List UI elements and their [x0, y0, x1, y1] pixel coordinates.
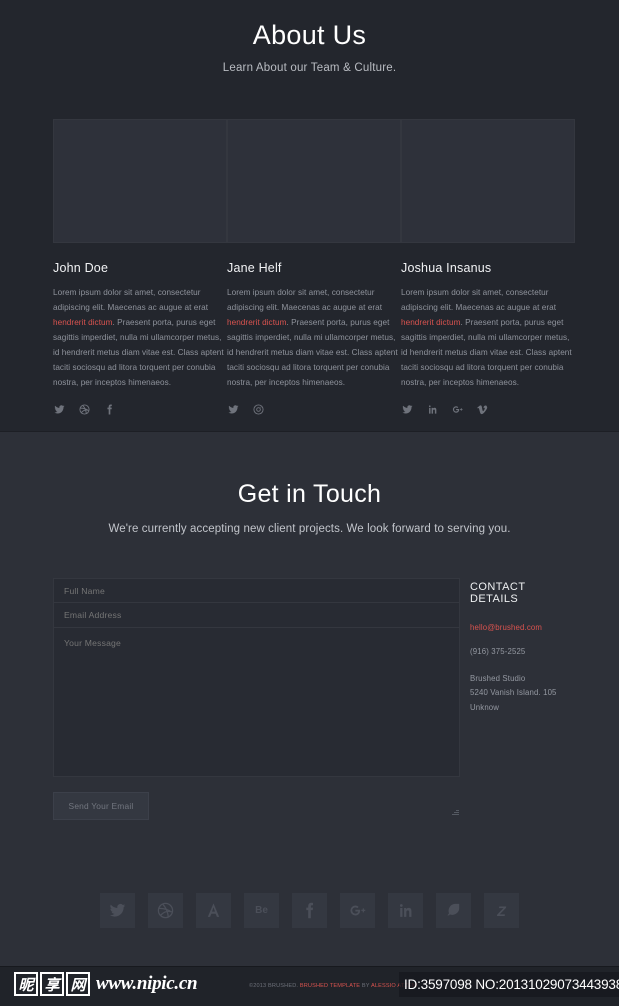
page-title: About Us — [252, 20, 367, 50]
bio-text-start: Lorem ipsum dolor sit amet, consectetur … — [227, 288, 383, 312]
linkedin-icon[interactable] — [426, 403, 438, 415]
watermark-char-3: 网 — [66, 972, 90, 996]
contact-title: Get in Touch — [237, 480, 382, 508]
address-line-3: Unknow — [470, 702, 500, 712]
contact-details-title: CONTACT DETAILS — [470, 581, 526, 605]
behance-icon: Be — [244, 893, 279, 928]
member-name: John Doe — [53, 261, 109, 275]
page-root: About Us Learn About our Team & Culture.… — [0, 0, 619, 1006]
bio-text-start: Lorem ipsum dolor sit amet, consectetur … — [401, 288, 557, 312]
copyright-by: BY — [360, 983, 371, 989]
member-bio: Lorem ipsum dolor sit amet, consectetur … — [401, 286, 575, 390]
facebook-icon[interactable] — [292, 893, 327, 928]
facebook-icon[interactable] — [103, 403, 115, 415]
member-photo-placeholder — [53, 119, 227, 243]
member-name: Joshua Insanus — [401, 261, 492, 275]
contact-section: Get in Touch We're currently accepting n… — [0, 431, 619, 966]
contact-email-link[interactable]: hello@brushed.com — [470, 623, 566, 632]
member-photo-placeholder — [227, 119, 401, 243]
zerply-icon: Z — [484, 893, 519, 928]
bio-highlight-link[interactable]: hendrerit dictum — [227, 318, 287, 327]
template-link[interactable]: BRUSHED TEMPLATE — [300, 983, 360, 989]
googleplus-icon[interactable] — [340, 893, 375, 928]
bio-highlight-link[interactable]: hendrerit dictum — [53, 318, 113, 327]
about-section: About Us Learn About our Team & Culture.… — [0, 0, 619, 431]
full-name-input[interactable] — [53, 578, 460, 603]
contact-form: Send Your Email — [53, 578, 460, 820]
member-social-links — [53, 403, 227, 415]
member-social-links — [227, 403, 401, 415]
watermark-id-text: ID:3597098 NO:20131029073443938000 — [399, 972, 619, 997]
vimeo-icon[interactable] — [476, 403, 488, 415]
behance-label: Be — [255, 905, 268, 916]
team-card: Joshua Insanus Lorem ipsum dolor sit ame… — [401, 119, 575, 415]
watermark-cn-chars: 昵 享 网 — [14, 972, 90, 996]
dribbble-icon[interactable] — [148, 893, 183, 928]
textarea-resize-handle[interactable] — [452, 808, 459, 815]
bio-text-start: Lorem ipsum dolor sit amet, consectetur … — [53, 288, 209, 312]
googleplus-icon[interactable] — [451, 403, 463, 415]
bio-text-end: . Praesent porta, purus eget sagittis im… — [227, 317, 398, 387]
twitter-icon[interactable] — [100, 893, 135, 928]
member-bio: Lorem ipsum dolor sit amet, consectetur … — [53, 286, 227, 390]
email-address-input[interactable] — [53, 603, 460, 628]
instagram-icon[interactable] — [252, 403, 264, 415]
twitter-icon[interactable] — [227, 403, 239, 415]
contact-address: Brushed Studio 5240 Vanish Island. 105 U… — [470, 672, 566, 715]
bio-text-end: . Praesent porta, purus eget sagittis im… — [53, 317, 224, 387]
zerply-label: Z — [497, 902, 506, 919]
twitter-icon[interactable] — [53, 403, 65, 415]
dribbble-icon[interactable] — [78, 403, 90, 415]
evernote-icon[interactable] — [436, 893, 471, 928]
team-card: Jane Helf Lorem ipsum dolor sit amet, co… — [227, 119, 401, 415]
contact-phone: (916) 375-2525 — [470, 647, 526, 656]
message-textarea[interactable] — [53, 628, 460, 777]
send-email-button[interactable]: Send Your Email — [53, 792, 149, 820]
team-card: John Doe Lorem ipsum dolor sit amet, con… — [53, 119, 227, 415]
about-header: About Us Learn About our Team & Culture. — [0, 0, 619, 74]
watermark-char-1: 昵 — [14, 972, 38, 996]
bio-text-end: . Praesent porta, purus eget sagittis im… — [401, 317, 572, 387]
member-name: Jane Helf — [227, 261, 282, 275]
address-line-1: Brushed Studio — [470, 674, 526, 683]
bio-highlight-link[interactable]: hendrerit dictum — [401, 318, 461, 327]
member-photo-placeholder — [401, 119, 575, 243]
contact-form-area: Send Your Email CONTACT DETAILS hello@br… — [53, 578, 566, 820]
forrst-icon[interactable] — [196, 893, 231, 928]
copyright-prefix: ©2013 BRUSHED. — [249, 983, 300, 989]
copyright-text: ©2013 BRUSHED. BRUSHED TEMPLATE BY ALESS… — [249, 983, 418, 989]
watermark-char-2: 享 — [40, 972, 64, 996]
watermark-url: www.nipic.cn — [96, 973, 198, 994]
watermark-logo: 昵 享 网 www.nipic.cn — [14, 972, 198, 996]
contact-details-panel: CONTACT DETAILS hello@brushed.com (916) … — [470, 578, 566, 820]
contact-subtitle: We're currently accepting new client pro… — [108, 523, 511, 535]
address-line-2: 5240 Vanish Island. 105 — [470, 688, 557, 698]
twitter-icon[interactable] — [401, 403, 413, 415]
member-bio: Lorem ipsum dolor sit amet, consectetur … — [227, 286, 401, 390]
about-subtitle: Learn About our Team & Culture. — [222, 62, 397, 74]
member-social-links — [401, 403, 575, 415]
footer-social-bar: Be Z — [0, 893, 619, 928]
team-grid: John Doe Lorem ipsum dolor sit amet, con… — [53, 119, 575, 415]
linkedin-icon[interactable] — [388, 893, 423, 928]
